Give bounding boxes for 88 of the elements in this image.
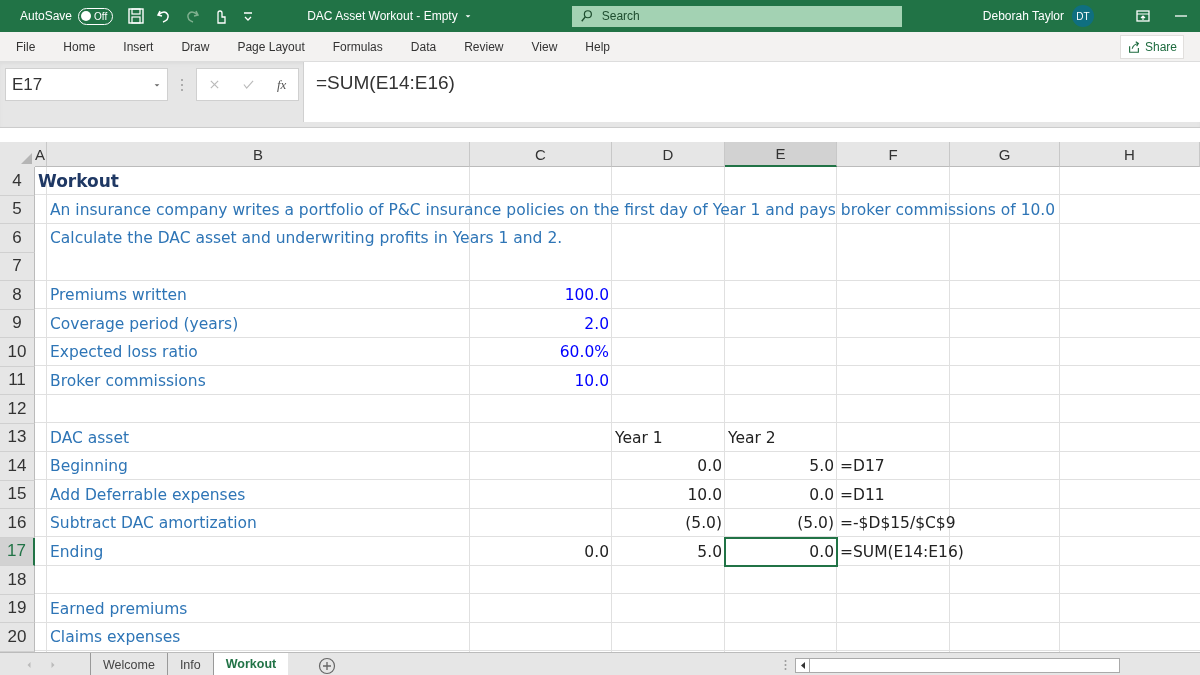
user-avatar[interactable]: DT <box>1072 5 1094 27</box>
cell-text: (5.0) <box>796 513 835 535</box>
column-header[interactable]: F <box>837 142 950 167</box>
formula-field[interactable]: =SUM(E14:E16) <box>303 62 1200 122</box>
cell-text: Calculate the DAC asset and underwriting profits in Years 1 and 2. <box>49 228 564 250</box>
user-name: Deborah Taylor <box>982 9 1064 23</box>
ribbon-tab[interactable]: File <box>16 39 36 54</box>
cell-text: Premiums written <box>49 285 188 307</box>
cell-text: An insurance company writes a portfolio of P&C insurance policies on the first day of Year 1 and pays broker commissions of 10.0 <box>49 199 1057 221</box>
ribbon-tab[interactable]: Review <box>464 39 504 54</box>
share-button[interactable]: Share <box>1119 34 1184 59</box>
cell-text: =D17 <box>839 456 886 478</box>
row-header[interactable]: 6 <box>0 224 35 253</box>
cell-text: 5.0 <box>808 456 835 478</box>
column-header[interactable]: B <box>47 142 470 167</box>
insert-function-button[interactable]: fx <box>277 76 287 93</box>
row-header[interactable]: 14 <box>0 452 35 481</box>
cell-text: 60.0% <box>558 342 610 364</box>
ribbon-tab[interactable]: Formulas <box>332 39 383 54</box>
row-header[interactable]: 16 <box>0 509 35 538</box>
horizontal-scrollbar[interactable] <box>795 657 1120 673</box>
cell-text: Add Deferrable expenses <box>49 484 247 506</box>
column-header[interactable]: A <box>35 142 47 167</box>
row-header[interactable]: 20 <box>0 623 35 652</box>
cell-text: Year 1 <box>614 427 664 449</box>
cell-text: Expected loss ratio <box>49 342 199 364</box>
row-header[interactable]: 4 <box>0 167 35 196</box>
cell-text: Beginning <box>49 456 129 478</box>
grip-icon[interactable] <box>784 659 787 671</box>
selected-cell[interactable]: 0.0 <box>725 537 837 566</box>
cell-text: Year 2 <box>727 427 777 449</box>
cell-text: 10.0 <box>686 484 723 506</box>
row-header[interactable]: 8 <box>0 281 35 310</box>
save-icon[interactable] <box>127 7 146 25</box>
cell-text: Broker commissions <box>49 370 207 392</box>
ribbon-tab[interactable]: Draw <box>181 39 210 54</box>
search-icon <box>579 8 594 23</box>
cell-text: =SUM(E14:E16) <box>839 541 965 563</box>
cell-text: 5.0 <box>696 541 723 563</box>
share-icon <box>1126 39 1141 54</box>
row-header[interactable]: 12 <box>0 395 35 424</box>
row-header[interactable]: 11 <box>0 366 35 395</box>
row-header[interactable]: 10 <box>0 338 35 367</box>
search-field[interactable]: Search <box>571 5 902 27</box>
row-header[interactable]: 18 <box>0 566 35 595</box>
name-box[interactable]: E17 <box>5 68 168 101</box>
row-header[interactable]: 9 <box>0 309 35 338</box>
cell-text: =-$D$15/$C$9 <box>839 513 957 535</box>
cell-text: 10.0 <box>573 370 610 392</box>
cell-text: 0.0 <box>808 541 835 563</box>
column-header[interactable]: E <box>725 142 837 167</box>
row-header[interactable]: 19 <box>0 594 35 623</box>
add-sheet-icon[interactable] <box>318 656 337 675</box>
check-icon[interactable] <box>242 79 254 90</box>
cell-text: 0.0 <box>808 484 835 506</box>
row-header[interactable]: 5 <box>0 195 35 224</box>
ribbon-tab[interactable]: Page Layout <box>237 39 305 54</box>
document-title[interactable]: DAC Asset Workout - Empty <box>307 9 458 23</box>
column-header[interactable]: G <box>950 142 1060 167</box>
ribbon-tab[interactable]: Home <box>63 39 96 54</box>
column-header[interactable]: H <box>1060 142 1200 167</box>
ribbon-tab[interactable]: Help <box>585 39 610 54</box>
cell-text: (5.0) <box>684 513 723 535</box>
row-header[interactable]: 17 <box>0 537 35 566</box>
row-header[interactable]: 13 <box>0 423 35 452</box>
ribbon-tab[interactable]: Data <box>410 39 437 54</box>
column-header[interactable]: D <box>612 142 725 167</box>
cell-text: 0.0 <box>696 456 723 478</box>
sheet-tab[interactable]: Workout <box>212 652 289 675</box>
cell-text: DAC asset <box>49 427 130 449</box>
row-header[interactable]: 15 <box>0 480 35 509</box>
column-header[interactable]: C <box>470 142 612 167</box>
cell-text: Coverage period (years) <box>49 313 240 335</box>
cell-text: =D11 <box>839 484 886 506</box>
cell-text: Ending <box>49 541 105 563</box>
ribbon-display-icon[interactable] <box>1134 7 1152 25</box>
cell-text: 2.0 <box>583 313 610 335</box>
ribbon-tab[interactable]: Insert <box>123 39 154 54</box>
cell-text: 100.0 <box>563 285 610 307</box>
section-heading: Workout <box>37 170 120 194</box>
cell-text: Subtract DAC amortization <box>49 513 258 535</box>
cell-text: Claims expenses <box>49 627 182 649</box>
cell-text: Earned premiums <box>49 598 189 620</box>
ribbon-tab[interactable]: View <box>531 39 558 54</box>
row-header[interactable]: 7 <box>0 252 35 281</box>
autosave-label: AutoSave <box>20 9 73 23</box>
cell-text: 0.0 <box>583 541 610 563</box>
grip-icon <box>180 78 184 92</box>
